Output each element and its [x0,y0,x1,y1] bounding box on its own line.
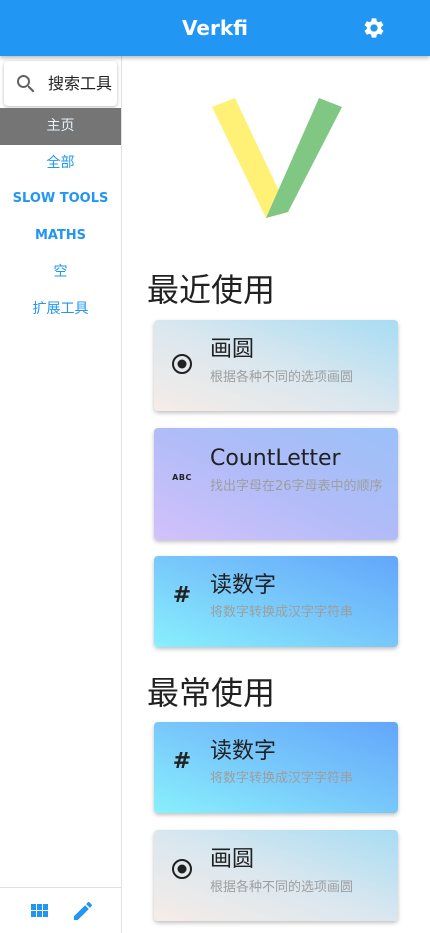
app-bar: Verkfi [0,0,430,56]
main-content: 最近使用 画圆 根据各种不同的选项画圆 ABC CountLetter 找出字母… [122,56,430,933]
hash-icon: # [172,748,192,774]
sidebar-item-all[interactable]: 全部 [0,145,121,182]
sidebar-item-extensions[interactable]: 扩展工具 [0,291,121,328]
search-input[interactable] [48,61,117,106]
card-title: 画圆 [210,847,255,872]
sidebar-item-empty[interactable]: 空 [0,254,121,291]
card-description: 将数字转换成汉字字符串 [210,771,354,786]
grid-view-button[interactable] [27,899,51,923]
card-title: 画圆 [210,337,255,362]
gear-icon [364,18,384,38]
grid-icon [31,904,48,917]
tool-card-read-number[interactable]: # 读数字 将数字转换成汉字字符串 [154,722,398,813]
radio-button-icon [170,857,194,881]
card-title: CountLetter [210,446,341,471]
hash-icon: # [172,582,192,608]
frequent-section-title: 最常使用 [147,674,276,712]
app-logo [212,98,342,218]
sidebar-nav: 主页 全部 SLOW TOOLS MATHS 空 扩展工具 [0,108,121,327]
recent-section-title: 最近使用 [147,271,276,309]
card-title: 读数字 [210,739,277,764]
tool-card-draw-circle[interactable]: 画圆 根据各种不同的选项画圆 [154,830,398,921]
card-description: 根据各种不同的选项画圆 [210,880,354,895]
radio-button-icon [170,352,194,376]
card-description: 将数字转换成汉字字符串 [210,605,354,620]
sidebar: 主页 全部 SLOW TOOLS MATHS 空 扩展工具 [0,56,122,933]
card-title: 读数字 [210,573,277,598]
tool-card-count-letter[interactable]: ABC CountLetter 找出字母在26字母表中的顺序 [154,428,398,540]
edit-button[interactable] [71,899,95,923]
sidebar-footer [0,887,121,933]
search-box[interactable] [4,61,117,106]
settings-button[interactable] [360,14,388,42]
sidebar-item-home[interactable]: 主页 [0,108,121,145]
tool-card-draw-circle[interactable]: 画圆 根据各种不同的选项画圆 [154,320,398,411]
search-icon [17,75,35,93]
sidebar-item-maths[interactable]: MATHS [0,218,121,255]
sidebar-item-slow-tools[interactable]: SLOW TOOLS [0,181,121,218]
card-description: 找出字母在26字母表中的顺序 [210,479,383,494]
pencil-icon [74,901,93,920]
abc-icon: ABC [172,472,192,482]
tool-card-read-number[interactable]: # 读数字 将数字转换成汉字字符串 [154,556,398,647]
card-description: 根据各种不同的选项画圆 [210,370,354,385]
